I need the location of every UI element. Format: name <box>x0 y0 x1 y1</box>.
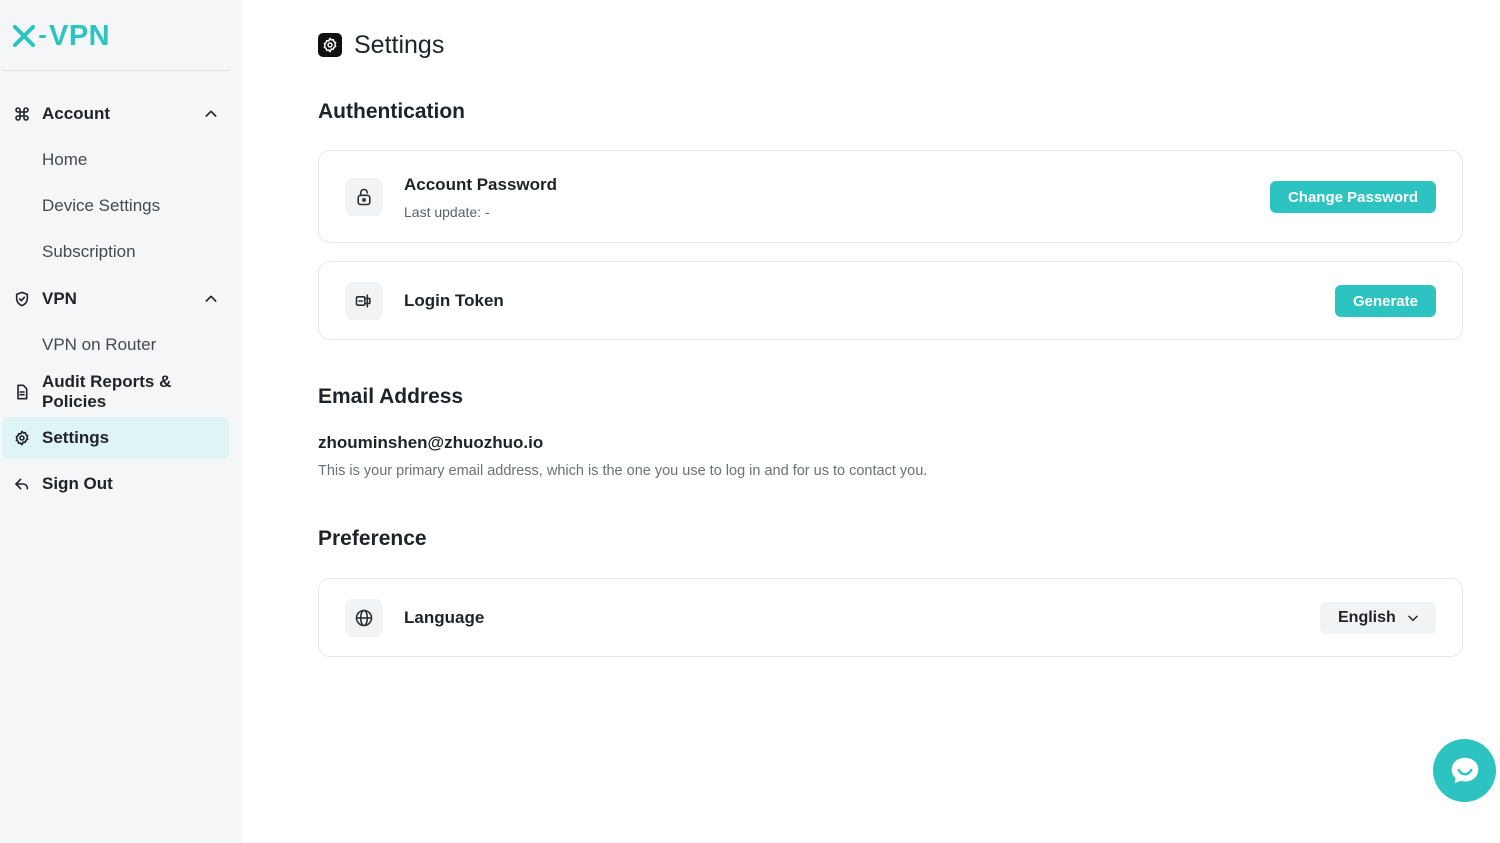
main-content: Settings Authentication Account Password… <box>242 0 1500 843</box>
sidebar-item-label: Subscription <box>42 242 136 261</box>
section-title-authentication: Authentication <box>318 100 465 123</box>
logo-dash <box>39 34 46 38</box>
token-icon <box>345 282 383 320</box>
logo-x-mark-icon <box>13 25 35 47</box>
account-password-title: Account Password <box>404 175 558 194</box>
language-card: Language English <box>318 578 1463 657</box>
chevron-up-icon[interactable] <box>203 291 219 307</box>
sidebar-divider <box>2 70 230 71</box>
sidebar-item-account[interactable]: Account <box>2 93 229 135</box>
shield-icon <box>13 290 31 308</box>
sidebar-item-sign-out[interactable]: Sign Out <box>2 463 229 505</box>
section-title-preference: Preference <box>318 527 427 550</box>
sidebar-item-subscription[interactable]: Subscription <box>2 231 229 273</box>
chevron-down-icon <box>1408 615 1418 622</box>
command-icon <box>13 105 31 123</box>
chat-icon <box>1451 757 1478 783</box>
change-password-button[interactable]: Change Password <box>1269 181 1436 213</box>
sidebar-item-label: Sign Out <box>42 474 113 493</box>
logo[interactable]: VPN <box>12 20 110 52</box>
chat-button[interactable] <box>1433 739 1496 802</box>
sidebar-item-settings[interactable]: Settings <box>2 417 229 459</box>
sidebar-item-label: VPN <box>42 289 77 308</box>
sidebar-item-audit-reports[interactable]: Audit Reports & Policies <box>2 371 229 413</box>
chevron-up-icon[interactable] <box>203 106 219 122</box>
email-address: zhouminshen@zhuozhuo.io <box>318 433 544 452</box>
gear-icon <box>13 429 31 447</box>
sidebar-item-vpn[interactable]: VPN <box>2 278 229 320</box>
logo-text: VPN <box>49 19 111 52</box>
lock-icon <box>345 178 383 216</box>
document-icon <box>13 383 31 401</box>
globe-icon <box>345 599 383 637</box>
section-title-email: Email Address <box>318 385 464 408</box>
sidebar-item-label: Settings <box>42 428 110 447</box>
sign-out-icon <box>13 475 31 493</box>
sidebar-item-device-settings[interactable]: Device Settings <box>2 185 229 227</box>
sidebar-item-label: VPN on Router <box>42 335 157 354</box>
login-token-title: Login Token <box>404 291 504 310</box>
page-title: Settings <box>354 30 445 59</box>
sidebar-item-vpn-on-router[interactable]: VPN on Router <box>2 324 229 366</box>
sidebar-item-label: Account <box>42 104 110 123</box>
account-password-last-update: Last update: - <box>404 204 490 220</box>
email-description: This is your primary email address, whic… <box>318 463 928 479</box>
sidebar-item-label: Device Settings <box>42 196 161 215</box>
language-select[interactable]: English <box>1320 602 1436 634</box>
sidebar-item-home[interactable]: Home <box>2 139 229 181</box>
sidebar: VPN Account Home Device Settings Subscri… <box>0 0 242 843</box>
login-token-card: Login Token Generate <box>318 261 1463 340</box>
generate-token-button[interactable]: Generate <box>1334 285 1436 317</box>
page-header: Settings <box>318 28 444 62</box>
sidebar-item-label: Audit Reports & Policies <box>42 372 172 411</box>
language-selected-value: English <box>1338 609 1396 626</box>
gear-icon <box>318 33 342 57</box>
account-password-card: Account Password Last update: - Change P… <box>318 150 1463 243</box>
language-title: Language <box>404 608 485 627</box>
sidebar-item-label: Home <box>42 150 88 169</box>
